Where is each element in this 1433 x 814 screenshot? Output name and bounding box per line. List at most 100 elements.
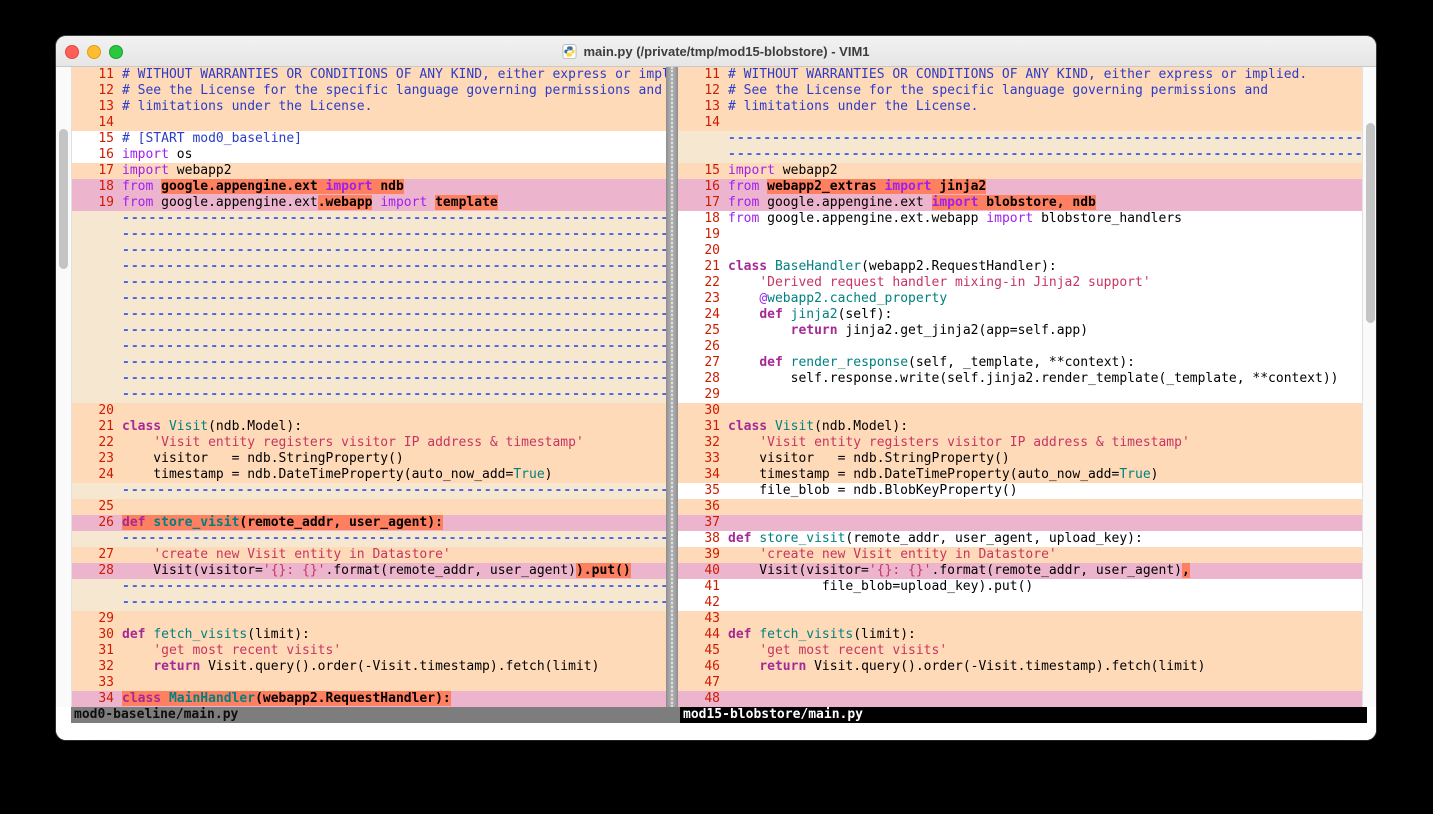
line-number: 15 xyxy=(72,131,114,147)
minimize-button[interactable] xyxy=(87,45,101,59)
code-line[interactable]: 32 return Visit.query().order(-Visit.tim… xyxy=(72,659,666,675)
diff-filler-dashes: ----------------------------------------… xyxy=(114,275,666,291)
code-line[interactable]: 33 xyxy=(72,675,666,691)
line-number xyxy=(72,259,114,275)
left-scrollbar[interactable] xyxy=(56,67,72,707)
diff-filler-dashes: ----------------------------------------… xyxy=(114,355,666,371)
code-line[interactable]: 21class BaseHandler(webapp2.RequestHandl… xyxy=(678,259,1362,275)
code-line[interactable]: 45 'get most recent visits' xyxy=(678,643,1362,659)
code-line[interactable]: 33 visitor = ndb.StringProperty() xyxy=(678,451,1362,467)
code-line[interactable]: 29 xyxy=(678,387,1362,403)
code-text: @webapp2.cached_property xyxy=(720,291,1362,307)
code-line[interactable]: 24 timestamp = ndb.DateTimeProperty(auto… xyxy=(72,467,666,483)
code-line[interactable]: 15# [START mod0_baseline] xyxy=(72,131,666,147)
line-number: 25 xyxy=(72,499,114,515)
code-line[interactable]: 13# limitations under the License. xyxy=(678,99,1362,115)
code-line[interactable]: 17from google.appengine.ext import blobs… xyxy=(678,195,1362,211)
code-line[interactable]: 38def store_visit(remote_addr, user_agen… xyxy=(678,531,1362,547)
code-line[interactable]: 28 self.response.write(self.jinja2.rende… xyxy=(678,371,1362,387)
code-line[interactable]: 35 file_blob = ndb.BlobKeyProperty() xyxy=(678,483,1362,499)
line-number xyxy=(72,595,114,611)
code-line[interactable]: 44def fetch_visits(limit): xyxy=(678,627,1362,643)
code-line[interactable]: 29 xyxy=(72,611,666,627)
code-line[interactable]: 24 def jinja2(self): xyxy=(678,307,1362,323)
code-line[interactable]: 20 xyxy=(72,403,666,419)
code-line[interactable]: 18from google.appengine.ext import ndb xyxy=(72,179,666,195)
line-number: 22 xyxy=(72,435,114,451)
code-line[interactable]: 12# See the License for the specific lan… xyxy=(72,83,666,99)
code-line[interactable]: 23 visitor = ndb.StringProperty() xyxy=(72,451,666,467)
code-line[interactable]: 47 xyxy=(678,675,1362,691)
close-button[interactable] xyxy=(65,45,79,59)
code-line[interactable]: 48 xyxy=(678,691,1362,707)
code-line[interactable]: 16import os xyxy=(72,147,666,163)
code-line[interactable]: 16from webapp2_extras import jinja2 xyxy=(678,179,1362,195)
line-number xyxy=(72,339,114,355)
code-line[interactable]: 41 file_blob=upload_key).put() xyxy=(678,579,1362,595)
line-number: 25 xyxy=(678,323,720,339)
diff-filler-row: ----------------------------------------… xyxy=(72,355,666,371)
code-line[interactable]: 25 return jinja2.get_jinja2(app=self.app… xyxy=(678,323,1362,339)
code-line[interactable]: 17import webapp2 xyxy=(72,163,666,179)
line-number xyxy=(72,227,114,243)
right-scrollbar[interactable] xyxy=(1362,67,1376,707)
code-line[interactable]: 32 'Visit entity registers visitor IP ad… xyxy=(678,435,1362,451)
left-scrollbar-thumb[interactable] xyxy=(59,129,68,269)
line-number xyxy=(72,531,114,547)
line-number xyxy=(678,147,720,163)
code-line[interactable]: 15import webapp2 xyxy=(678,163,1362,179)
code-line[interactable]: 31class Visit(ndb.Model): xyxy=(678,419,1362,435)
code-line[interactable]: 19from google.appengine.ext.webapp impor… xyxy=(72,195,666,211)
line-number: 23 xyxy=(72,451,114,467)
code-line[interactable]: 12# See the License for the specific lan… xyxy=(678,83,1362,99)
code-text xyxy=(114,611,666,627)
window-titlebar[interactable]: main.py (/private/tmp/mod15-blobstore) -… xyxy=(56,36,1376,67)
code-text: 'Derived request handler mixing-in Jinja… xyxy=(720,275,1362,291)
code-line[interactable]: 26def store_visit(remote_addr, user_agen… xyxy=(72,515,666,531)
code-line[interactable]: 11# WITHOUT WARRANTIES OR CONDITIONS OF … xyxy=(678,67,1362,83)
diff-filler-row: ----------------------------------------… xyxy=(72,595,666,611)
code-line[interactable]: 34class MainHandler(webapp2.RequestHandl… xyxy=(72,691,666,707)
code-line[interactable]: 37 xyxy=(678,515,1362,531)
diff-filler-row: ----------------------------------------… xyxy=(72,243,666,259)
code-text xyxy=(720,243,1362,259)
code-text: file_blob=upload_key).put() xyxy=(720,579,1362,595)
vim-command-line xyxy=(56,723,1376,740)
code-line[interactable]: 14 xyxy=(72,115,666,131)
code-line[interactable]: 20 xyxy=(678,243,1362,259)
code-line[interactable]: 39 'create new Visit entity in Datastore… xyxy=(678,547,1362,563)
code-line[interactable]: 18from google.appengine.ext.webapp impor… xyxy=(678,211,1362,227)
code-line[interactable]: 30def fetch_visits(limit): xyxy=(72,627,666,643)
code-line[interactable]: 19 xyxy=(678,227,1362,243)
code-line[interactable]: 34 timestamp = ndb.DateTimeProperty(auto… xyxy=(678,467,1362,483)
line-number: 45 xyxy=(678,643,720,659)
code-line[interactable]: 22 'Derived request handler mixing-in Ji… xyxy=(678,275,1362,291)
line-number: 34 xyxy=(678,467,720,483)
code-line[interactable]: 22 'Visit entity registers visitor IP ad… xyxy=(72,435,666,451)
code-line[interactable]: 14 xyxy=(678,115,1362,131)
code-line[interactable]: 27 def render_response(self, _template, … xyxy=(678,355,1362,371)
code-line[interactable]: 11# WITHOUT WARRANTIES OR CONDITIONS OF … xyxy=(72,67,666,83)
code-line[interactable]: 40 Visit(visitor='{}: {}'.format(remote_… xyxy=(678,563,1362,579)
code-line[interactable]: 42 xyxy=(678,595,1362,611)
code-line[interactable]: 23 @webapp2.cached_property xyxy=(678,291,1362,307)
code-line[interactable]: 36 xyxy=(678,499,1362,515)
code-line[interactable]: 13# limitations under the License. xyxy=(72,99,666,115)
split-divider[interactable] xyxy=(666,67,678,707)
zoom-button[interactable] xyxy=(109,45,123,59)
code-line[interactable]: 46 return Visit.query().order(-Visit.tim… xyxy=(678,659,1362,675)
code-line[interactable]: 30 xyxy=(678,403,1362,419)
code-line[interactable]: 25 xyxy=(72,499,666,515)
code-line[interactable]: 26 xyxy=(678,339,1362,355)
code-line[interactable]: 31 'get most recent visits' xyxy=(72,643,666,659)
line-number: 44 xyxy=(678,627,720,643)
code-line[interactable]: 27 'create new Visit entity in Datastore… xyxy=(72,547,666,563)
vim-content-area: 11# WITHOUT WARRANTIES OR CONDITIONS OF … xyxy=(56,67,1376,707)
diff-filler-dashes: ----------------------------------------… xyxy=(114,531,666,547)
right-scrollbar-thumb[interactable] xyxy=(1366,123,1375,323)
code-line[interactable]: 21class Visit(ndb.Model): xyxy=(72,419,666,435)
code-text xyxy=(720,691,1362,707)
code-line[interactable]: 43 xyxy=(678,611,1362,627)
diff-filler-dashes: ----------------------------------------… xyxy=(720,131,1362,147)
code-line[interactable]: 28 Visit(visitor='{}: {}'.format(remote_… xyxy=(72,563,666,579)
